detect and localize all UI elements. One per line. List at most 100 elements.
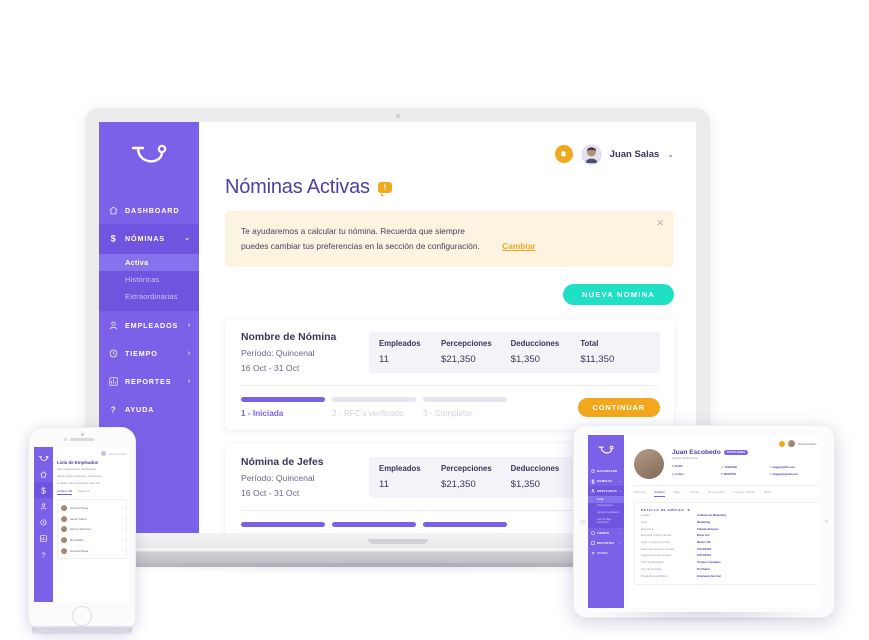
dollar-icon[interactable]: $ [34, 482, 53, 498]
detail-value: Fabiola Borquez [697, 526, 719, 531]
avatar [61, 537, 67, 544]
brand-logo-icon[interactable] [99, 134, 199, 182]
sidebar-subitem-extraordinarias[interactable]: Extraordinarias [99, 288, 199, 305]
meta-value: maggie@gmail.com [772, 472, 798, 476]
list-item[interactable]: Alexis Sánchez › [58, 524, 126, 535]
tab-personal[interactable]: Personal [634, 490, 645, 497]
sidebar-item-nominas[interactable]: $ NÓMINAS ⌄ [99, 224, 199, 252]
avatar [61, 515, 67, 522]
sidebar-subitem-historicas[interactable]: Históricas [99, 271, 199, 288]
payroll-period: Período: Quincenal [241, 473, 315, 484]
tab-notas[interactable]: Notas [764, 490, 772, 497]
sidebar-subitem-activa[interactable]: Activa [99, 254, 199, 271]
employee-name: Javier Meroi [70, 516, 87, 521]
brand-logo-icon[interactable] [34, 452, 53, 466]
phone-sensor-icon [64, 438, 67, 441]
payroll-card[interactable]: Nombre de Nómina Período: Quincenal 16 O… [225, 319, 674, 431]
sidebar-item-dashboard[interactable]: DASHBOARD [99, 196, 199, 224]
sidebar-item-ayuda[interactable]: ? AYUDA [588, 548, 624, 558]
sidebar-subitem-dar-de-baja[interactable]: Dar de Baja Empleado [588, 516, 624, 526]
notification-bell-icon[interactable] [554, 145, 573, 163]
meta-value: 16,000 [674, 465, 683, 469]
brand-logo-icon[interactable] [588, 440, 624, 462]
employee-profile-header: Juan Escobedo ACTIVO AHORA Analista de M… [624, 447, 818, 479]
sidebar-item-tiempo[interactable]: TIEMPO › [588, 528, 624, 538]
tab-tiempo[interactable]: Tiempo [690, 490, 700, 497]
sidebar-subitem-lista[interactable]: Lista [588, 496, 624, 503]
tab-linea-de-tiempo[interactable]: Línea de Tiempo [733, 490, 755, 497]
meta-id: ☰ 88426750 [720, 472, 736, 476]
sidebar-item-reportes[interactable]: REPORTES › [99, 367, 199, 395]
chevron-right-icon: › [619, 531, 621, 535]
sidebar-subitem-organigrama[interactable]: Organigrama [588, 503, 624, 510]
meta-tenure: ▤ 2 años [672, 472, 684, 476]
new-payroll-button[interactable]: NUEVA NOMINA [562, 284, 674, 306]
phone-employee-list: Gerard Piqué › Javier Meroi › Alexis Sán… [57, 499, 127, 560]
home-icon[interactable] [34, 466, 53, 482]
detail-row: Área Marketing [641, 519, 813, 526]
laptop-hinge-notch [367, 539, 428, 544]
sidebar-item-dashboard[interactable]: DASHBOARD [588, 466, 624, 476]
list-item[interactable]: Gerard Piqué › [58, 546, 126, 557]
tab-activos[interactable]: Activos 28 [57, 489, 73, 496]
tab-pago[interactable]: Pago [674, 490, 681, 497]
progress-labels: 1 - Iniciada 2 - RFC's verificado 3 - Co… [241, 409, 578, 418]
progress-bars [241, 397, 578, 403]
svg-text:$: $ [111, 233, 117, 243]
avatar[interactable] [101, 451, 107, 456]
phone-tabs: Activos 28 Bajas 05 [57, 489, 127, 496]
sidebar-item-nominas[interactable]: $ NÓMINAS ⌄ [588, 476, 624, 486]
sidebar-subnav-nominas: Activa Históricas Extraordinarias [99, 252, 199, 311]
payroll-identity: Nómina de Jefes Período: Quincenal 16 Oc… [241, 457, 369, 498]
sidebar-item-label: NÓMINAS [125, 233, 165, 243]
avatar[interactable] [580, 143, 602, 165]
admin-label[interactable]: Administrador ⌄ [798, 442, 818, 446]
phone-home-button[interactable] [72, 606, 92, 626]
user-icon[interactable] [34, 498, 53, 514]
chevron-right-icon: › [121, 538, 123, 543]
sidebar-nav: DASHBOARD $ NÓMINAS ⌄ Activa Históricas … [99, 196, 199, 423]
user-name[interactable]: Juan Salas [610, 149, 660, 160]
svg-text:?: ? [41, 550, 45, 559]
list-item[interactable]: Javier Meroi › [58, 513, 126, 524]
pencil-icon[interactable]: ✎ [687, 508, 690, 512]
close-icon[interactable]: ✕ [656, 219, 664, 228]
sidebar-item-tiempo[interactable]: TIEMPO › [99, 339, 199, 367]
tablet-screen: DASHBOARD $ NÓMINAS ⌄ EMPLEADOS › Lista … [588, 435, 818, 608]
detail-value: Mexico DF [697, 540, 711, 545]
banner-change-link[interactable]: Cambiar [502, 241, 536, 251]
sidebar-item-empleados[interactable]: EMPLEADOS › [99, 311, 199, 339]
list-item[interactable]: Ronaldino › [58, 535, 126, 546]
sidebar-item-reportes[interactable]: REPORTES › [588, 538, 624, 548]
chevron-right-icon: › [121, 516, 123, 521]
phone-sidebar: $ ? [34, 447, 53, 602]
sidebar-item-label: TIEMPO [597, 531, 610, 536]
avatar[interactable] [788, 440, 796, 447]
phone-admin-label[interactable]: Administrador [108, 452, 127, 456]
tablet-home-button[interactable] [824, 519, 828, 523]
continue-button[interactable]: CONTINUAR [577, 398, 660, 418]
tablet-sidebar: DASHBOARD $ NÓMINAS ⌄ EMPLEADOS › Lista … [588, 435, 624, 608]
tab-documentos[interactable]: Documentos [708, 490, 724, 497]
tab-bajas[interactable]: Bajas 05 [78, 489, 90, 495]
question-mark-icon[interactable]: ? [34, 546, 53, 562]
chevron-down-icon[interactable]: ⌄ [667, 150, 674, 159]
employee-profile-info: Juan Escobedo ACTIVO AHORA Analista de M… [672, 449, 818, 477]
stat-label: Percepciones [441, 339, 492, 349]
tab-empleo[interactable]: Empleo [654, 490, 665, 497]
question-mark-icon: ? [108, 404, 119, 414]
detail-label: Fecha de fin de contrato [641, 553, 672, 558]
chart-bar-icon[interactable] [34, 530, 53, 546]
page-title-text: Nóminas Activas [225, 176, 370, 198]
clock-icon[interactable] [34, 514, 53, 530]
sidebar-item-empleados[interactable]: EMPLEADOS › [588, 486, 624, 496]
dollar-icon: $ [591, 479, 595, 484]
employment-detail-panel: DETALLE DE EMPLEO ✎ Puesto Analista de Ma… [634, 502, 818, 585]
detail-value: Empleado Normal [697, 573, 721, 578]
notification-bell-icon[interactable] [779, 440, 786, 447]
detail-label: Puesto [641, 513, 650, 518]
list-item[interactable]: Gerard Piqué › [58, 502, 126, 513]
sidebar-subitem-agregar-empleado[interactable]: Agregar empleado [588, 509, 624, 516]
sidebar-item-ayuda[interactable]: ? AYUDA [99, 395, 199, 423]
tablet-mockup: DASHBOARD $ NÓMINAS ⌄ EMPLEADOS › Lista … [573, 425, 835, 624]
